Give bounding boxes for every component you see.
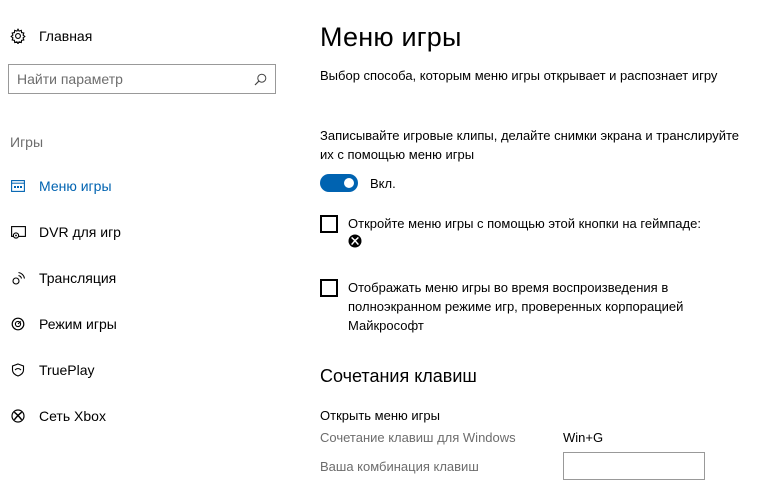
sidebar-item-game-mode[interactable]: Режим игры <box>0 301 296 347</box>
sidebar-item-xbox-networking[interactable]: Сеть Xbox <box>0 393 296 439</box>
custom-shortcut-row: Ваша комбинация клавиш <box>320 452 705 480</box>
game-bar-icon <box>10 178 26 194</box>
sidebar-item-label: Меню игры <box>39 178 112 194</box>
game-mode-icon <box>10 316 26 332</box>
sidebar-item-trueplay[interactable]: TruePlay <box>0 347 296 393</box>
search-box <box>8 64 276 94</box>
search-input[interactable] <box>17 71 253 87</box>
page-title: Меню игры <box>320 22 462 52</box>
custom-shortcut-label: Ваша комбинация клавиш <box>320 458 479 474</box>
toggle-knob <box>344 178 354 188</box>
fullscreen-checkbox-label: Отображать меню игры во время воспроизве… <box>348 280 684 333</box>
sidebar-item-label: Режим игры <box>39 316 117 332</box>
home-label: Главная <box>39 28 93 44</box>
fullscreen-checkbox[interactable] <box>320 279 338 297</box>
gear-icon <box>10 28 26 44</box>
sidebar: Главная Игры Меню игры <box>0 0 296 490</box>
toggle-state-label: Вкл. <box>370 175 396 191</box>
fullscreen-checkbox-row: Отображать меню игры во время воспроизве… <box>320 278 750 335</box>
broadcast-icon <box>10 270 26 286</box>
search-icon[interactable] <box>253 72 267 86</box>
record-description: Записывайте игровые клипы, делайте снимк… <box>320 128 740 162</box>
shortcuts-heading: Сочетания клавиш <box>320 366 477 386</box>
sidebar-item-label: DVR для игр <box>39 224 121 240</box>
sidebar-item-label: Трансляция <box>39 270 117 286</box>
gamepad-checkbox-text: Откройте меню игры с помощью этой кнопки… <box>348 214 748 248</box>
record-toggle-row: Вкл. <box>320 174 396 192</box>
record-toggle[interactable] <box>320 174 358 192</box>
sidebar-nav: Меню игры DVR для игр Трансляция Режим и… <box>0 163 296 439</box>
sidebar-item-label: TruePlay <box>39 362 95 378</box>
windows-shortcut-value: Win+G <box>563 430 604 445</box>
windows-shortcut-label: Сочетание клавиш для Windows <box>320 430 516 445</box>
sidebar-item-label: Сеть Xbox <box>39 408 106 424</box>
game-dvr-icon <box>10 224 26 240</box>
custom-shortcut-input[interactable] <box>563 452 705 480</box>
gamepad-checkbox[interactable] <box>320 215 338 233</box>
home-link[interactable]: Главная <box>10 26 92 46</box>
sidebar-item-broadcast[interactable]: Трансляция <box>0 255 296 301</box>
sidebar-item-game-dvr[interactable]: DVR для игр <box>0 209 296 255</box>
sidebar-item-game-bar[interactable]: Меню игры <box>0 163 296 209</box>
open-menu-shortcut-title: Открыть меню игры <box>320 408 440 423</box>
windows-shortcut-row: Сочетание клавиш для Windows Win+G <box>320 430 603 445</box>
xbox-button-icon <box>348 234 362 248</box>
page-description: Выбор способа, которым меню игры открыва… <box>320 68 718 83</box>
gamepad-checkbox-label: Откройте меню игры с помощью этой кнопки… <box>348 216 701 231</box>
section-label: Игры <box>10 134 44 150</box>
xbox-icon <box>10 408 26 424</box>
gamepad-checkbox-row: Откройте меню игры с помощью этой кнопки… <box>320 214 750 248</box>
trueplay-icon <box>10 362 26 378</box>
